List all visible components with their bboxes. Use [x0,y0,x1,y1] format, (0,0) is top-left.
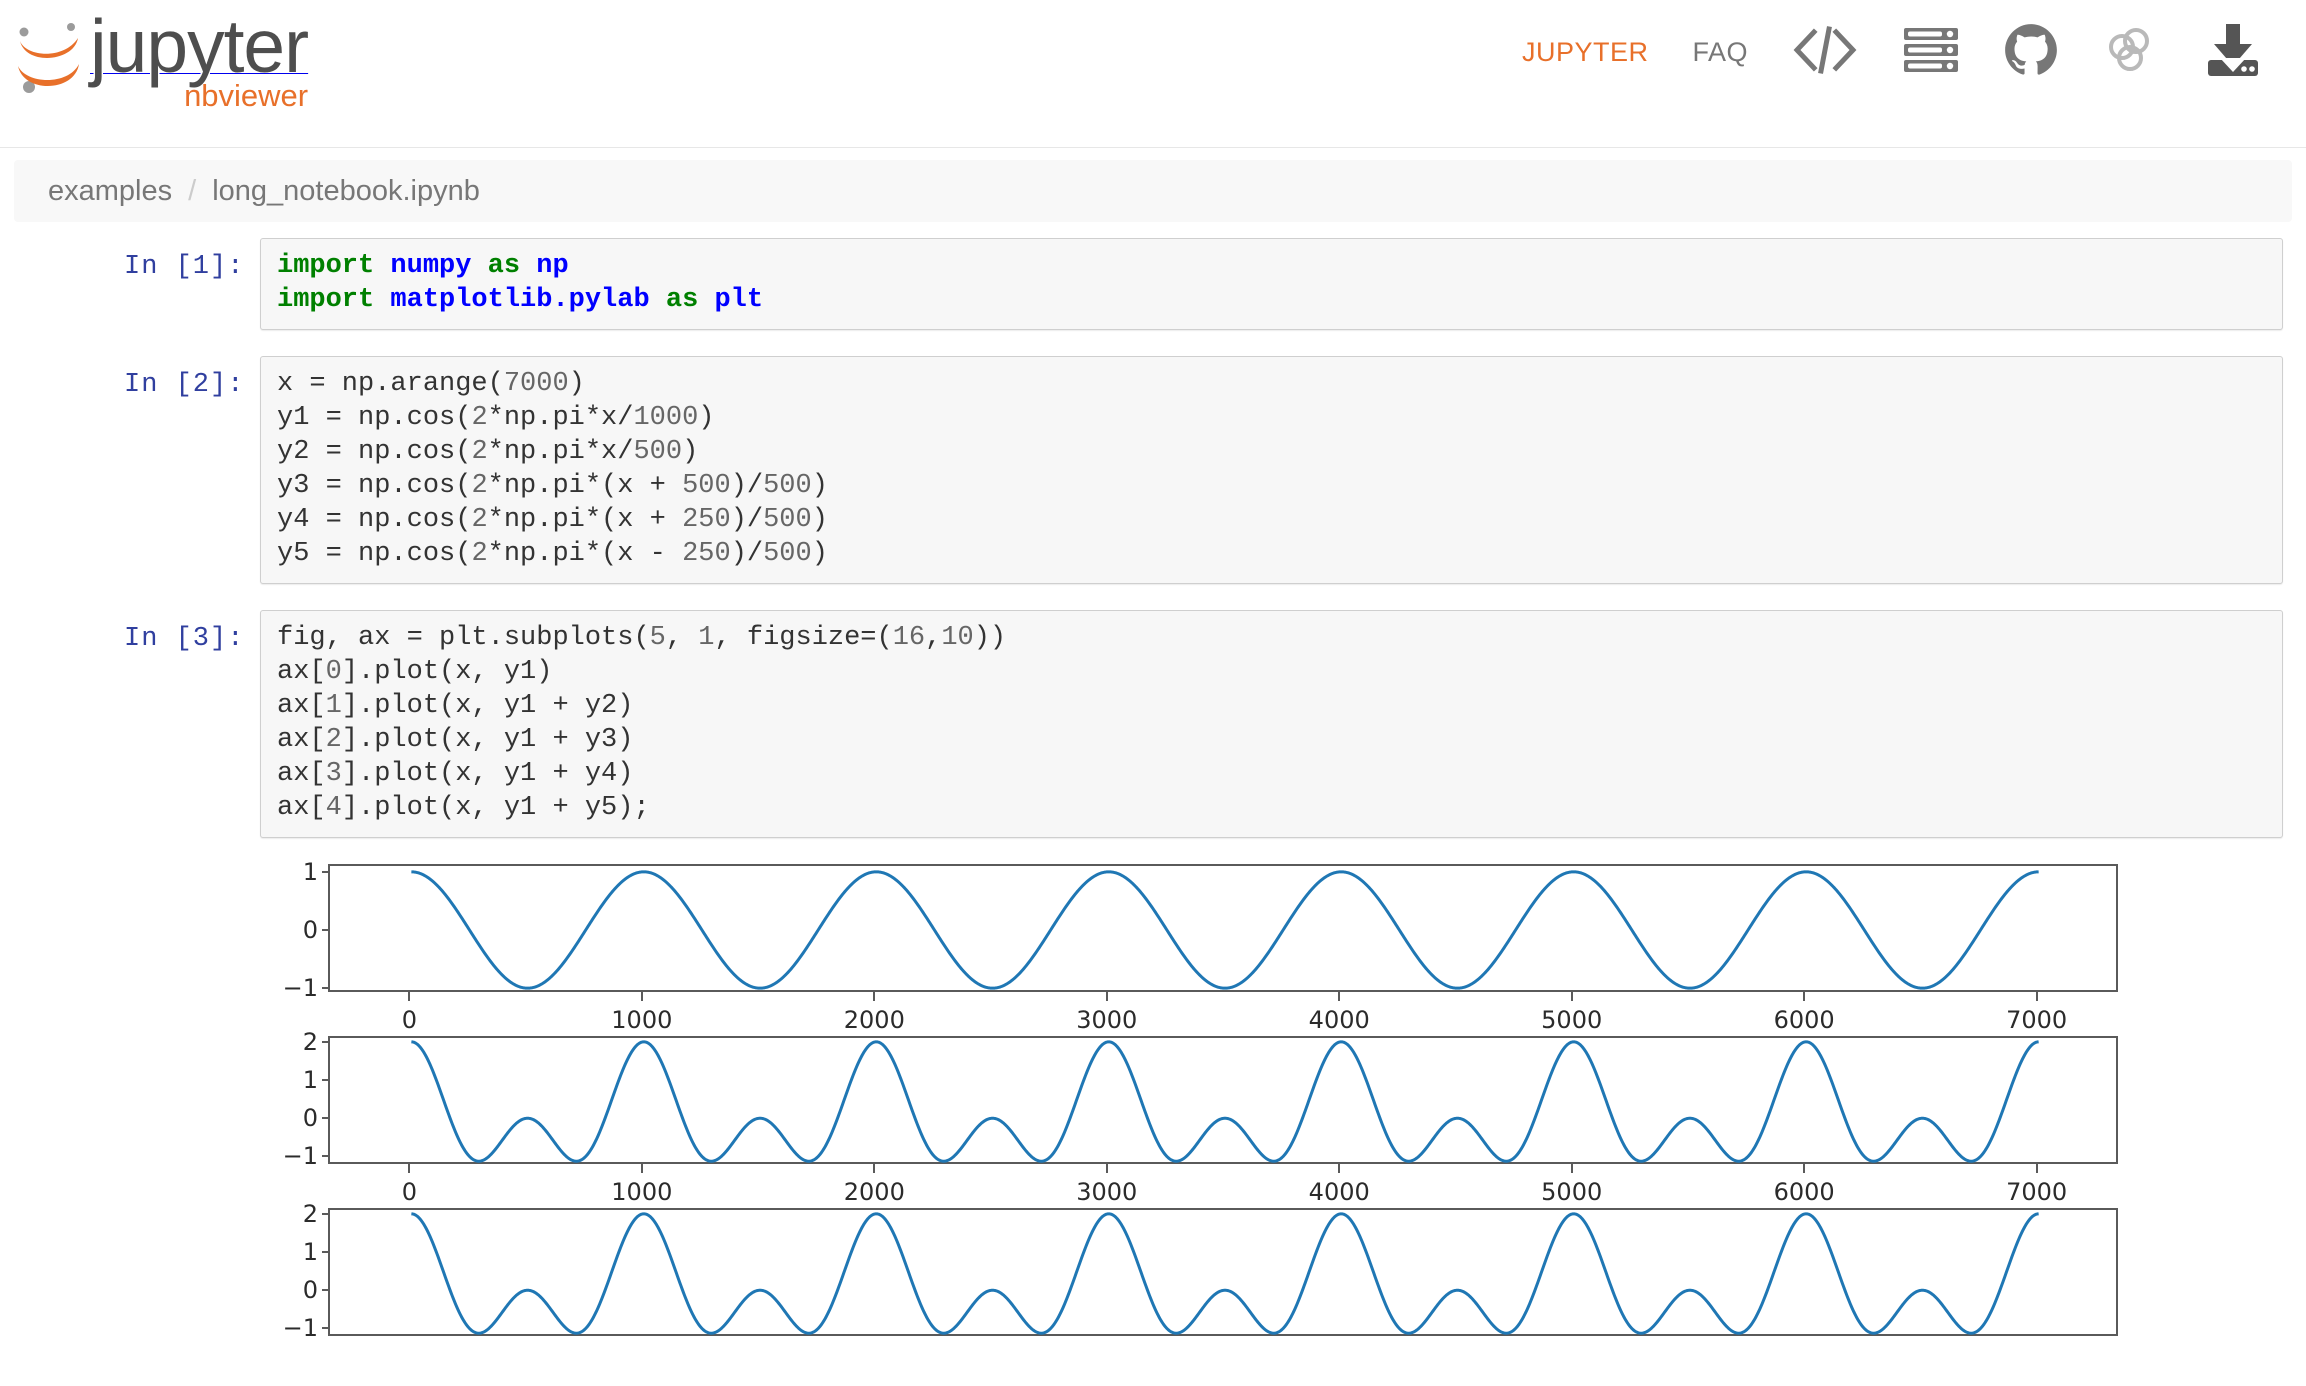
y-tick-label: 0 [302,916,318,944]
subplot-2: −1 0 1 2 [283,1200,2118,1342]
x-tick-mark [1338,992,1341,1001]
server-icon [1902,24,1960,81]
cell-prompt: In [1]: [124,252,245,282]
x-tick-mark [640,1164,643,1173]
cell-prompt: In [3]: [124,624,245,654]
x-tick-mark [2035,992,2038,1001]
x-tick-label: 6000 [1773,1178,1835,1206]
subplot-0: −1 0 1 [283,858,2118,1002]
binder-icon [2102,23,2158,82]
nav-label-faq: FAQ [1692,36,1748,67]
cell-input-area[interactable]: fig, ax = plt.subplots(5, 1, figsize=(16… [260,610,2283,838]
y-tick-mark [322,1289,330,1292]
y-tick-mark [322,1117,330,1120]
nav-link-code[interactable] [1770,22,1880,82]
brand-subtitle: nbviewer [184,78,309,113]
nav-link-binder[interactable] [2080,22,2180,82]
y-tick-label: 1 [302,857,318,886]
nav-link-faq[interactable]: FAQ [1670,22,1770,82]
x-tick-mark [873,1164,876,1173]
y-tick-label: 2 [302,1199,318,1228]
brand-text: jupyter nbviewer [90,4,309,113]
x-tick-mark [1803,992,1806,1001]
x-tick-mark [2035,1164,2038,1173]
x-tick-label: 5000 [1541,1006,1603,1034]
y-tick-label: −1 [282,1142,318,1171]
code-brackets-icon [1792,24,1858,81]
x-tick-mark [1105,1164,1108,1173]
x-tick-mark [408,992,411,1001]
x-tick-label: 3000 [1076,1178,1138,1206]
y-tick-label: −1 [282,974,318,1003]
x-tick-mark [873,992,876,1001]
y-tick-label: 0 [302,1276,318,1305]
y-tick-label: −1 [282,1314,318,1343]
y-tick-mark [322,1155,330,1158]
code-cell: In [3]: fig, ax = plt.subplots(5, 1, fig… [0,610,2306,838]
brand-logo-link[interactable]: jupyter nbviewer [12,4,309,113]
notebook-body: In [1]: import numpy as np import matplo… [0,238,2306,1342]
y-tick-label: 1 [302,1238,318,1267]
y-tick-label: 1 [302,1066,318,1095]
x-tick-label: 7000 [2006,1178,2068,1206]
cell-input-area[interactable]: x = np.arange(7000) y1 = np.cos(2*np.pi*… [260,356,2283,584]
y-tick-mark [322,1040,330,1043]
y-tick-mark [322,929,330,931]
subplot-1: −1 0 1 2 [283,1028,2118,1170]
figure-output: −1 0 1 0 1000 2000 3000 4000 5000 6000 7000 −1 0 1 2… [260,858,2140,1342]
x-tick-label: 4000 [1308,1178,1370,1206]
code-cell: In [2]: x = np.arange(7000) y1 = np.cos(… [0,356,2306,584]
download-icon [2202,22,2264,83]
main-nav: JUPYTER FAQ [1500,22,2286,82]
cell-source: x = np.arange(7000) y1 = np.cos(2*np.pi*… [277,369,828,569]
x-tick-label: 4000 [1308,1006,1370,1034]
subplot-1-xaxis: 0 1000 2000 3000 4000 5000 6000 7000 [328,1164,2118,1208]
y-tick-mark [322,1212,330,1215]
y-tick-mark [322,870,330,873]
nav-link-server[interactable] [1880,22,1982,82]
x-tick-label: 5000 [1541,1178,1603,1206]
x-tick-label: 3000 [1076,1006,1138,1034]
code-cell: In [1]: import numpy as np import matplo… [0,238,2306,330]
x-tick-label: 6000 [1773,1006,1835,1034]
x-tick-mark [1570,1164,1573,1173]
x-tick-label: 0 [401,1006,417,1034]
nav-link-github[interactable] [1982,22,2080,82]
breadcrumb: examples / long_notebook.ipynb [14,160,2292,222]
x-tick-mark [408,1164,411,1173]
nav-link-jupyter[interactable]: JUPYTER [1500,22,1671,82]
x-tick-label: 7000 [2006,1006,2068,1034]
cell-source: import numpy as np import matplotlib.pyl… [277,251,764,315]
nav-label-jupyter: JUPYTER [1521,36,1649,67]
y-tick-mark [322,1079,330,1082]
y-tick-mark [322,1327,330,1330]
y-tick-label: 2 [302,1027,318,1056]
x-tick-mark [640,992,643,1001]
site-header: jupyter nbviewer JUPYTER FAQ [0,0,2306,148]
github-icon [2004,23,2058,82]
breadcrumb-separator: / [188,174,197,207]
breadcrumb-root[interactable]: examples [48,175,172,208]
x-tick-label: 2000 [843,1178,905,1206]
jupyter-logo-icon [12,14,86,100]
y-tick-label: 0 [302,1104,318,1133]
cell-prompt: In [2]: [124,370,245,400]
x-tick-mark [1105,992,1108,1001]
breadcrumb-current: long_notebook.ipynb [212,174,480,207]
subplot-0-xaxis: 0 1000 2000 3000 4000 5000 6000 7000 [328,992,2118,1036]
cell-input-area[interactable]: import numpy as np import matplotlib.pyl… [260,238,2283,330]
x-tick-label: 0 [401,1178,417,1206]
x-tick-label: 1000 [611,1006,673,1034]
nav-link-download[interactable] [2180,22,2286,82]
y-tick-mark [322,1251,330,1254]
x-tick-mark [1570,992,1573,1001]
cell-source: fig, ax = plt.subplots(5, 1, figsize=(16… [277,623,1007,823]
x-tick-mark [1338,1164,1341,1173]
x-tick-mark [1803,1164,1806,1173]
x-tick-label: 1000 [611,1178,673,1206]
brand-title: jupyter [90,4,309,88]
y-tick-mark [322,987,330,990]
x-tick-label: 2000 [843,1006,905,1034]
